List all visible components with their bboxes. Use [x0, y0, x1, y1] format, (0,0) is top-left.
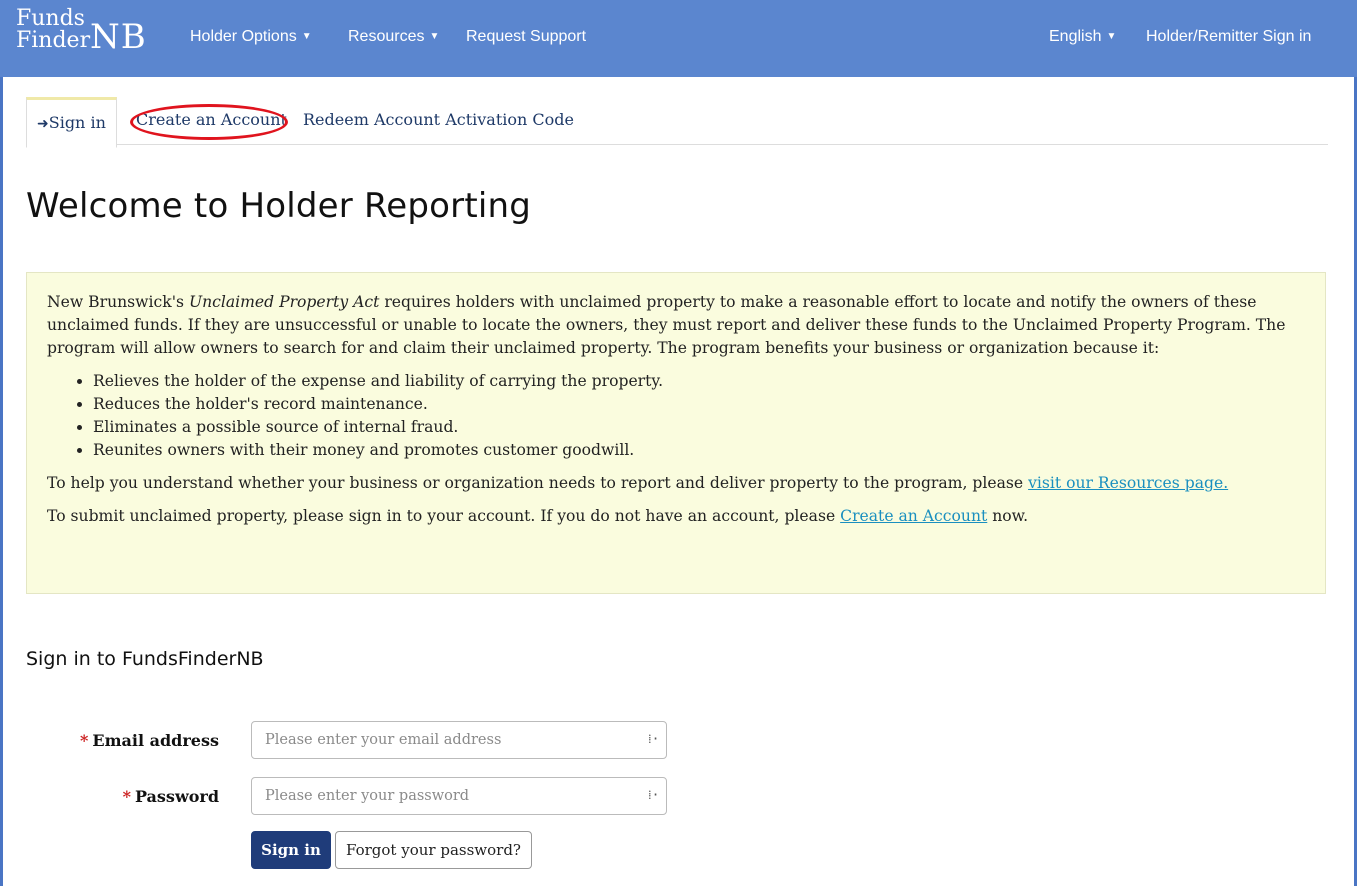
- caret-down-icon: ▼: [1106, 31, 1117, 42]
- list-item: Relieves the holder of the expense and l…: [93, 370, 1305, 393]
- password-manager-icon[interactable]: ⁞·: [648, 732, 660, 748]
- email-label-text: Email address: [92, 731, 219, 750]
- brand-line1: Funds: [16, 6, 85, 31]
- nav-resources[interactable]: Resources ▼: [348, 28, 439, 46]
- nav-sign-in-label: Holder/Remitter Sign in: [1146, 28, 1312, 45]
- required-marker: *: [122, 787, 131, 806]
- nav-resources-label: Resources: [348, 28, 425, 45]
- sign-in-icon: ➜: [37, 116, 49, 132]
- help-paragraph: To help you understand whether your busi…: [47, 472, 1305, 495]
- nav-holder-options-label: Holder Options: [190, 28, 297, 45]
- password-field[interactable]: ⁞·: [251, 777, 667, 815]
- act-name: Unclaimed Property Act: [188, 293, 380, 311]
- email-input[interactable]: [252, 722, 635, 758]
- help-text: To help you understand whether your busi…: [47, 474, 1029, 492]
- forgot-password-button[interactable]: Forgot your password?: [335, 831, 532, 869]
- submit-text: To submit unclaimed property, please sig…: [47, 507, 841, 525]
- nav-language-label: English: [1049, 28, 1102, 45]
- nav-holder-options[interactable]: Holder Options ▼: [190, 28, 312, 46]
- list-item: Reduces the holder's record maintenance.: [93, 393, 1305, 416]
- password-label: * Password: [123, 787, 219, 806]
- sign-in-button[interactable]: Sign in: [251, 831, 331, 869]
- tab-create-account-label: Create an Account: [136, 110, 287, 129]
- caret-down-icon: ▼: [429, 31, 440, 42]
- create-account-link[interactable]: Create an Account: [840, 507, 987, 525]
- resources-link[interactable]: visit our Resources page.: [1028, 474, 1228, 492]
- signin-heading: Sign in to FundsFinderNB: [26, 648, 264, 670]
- tab-bar: ➜Sign in Create an Account Redeem Accoun…: [26, 97, 1328, 148]
- submit-paragraph: To submit unclaimed property, please sig…: [47, 505, 1305, 528]
- tab-redeem-code-label: Redeem Account Activation Code: [303, 110, 574, 129]
- info-panel: New Brunswick's Unclaimed Property Act r…: [26, 272, 1326, 594]
- password-input[interactable]: [252, 778, 635, 814]
- intro-text-1: New Brunswick's: [47, 293, 189, 311]
- intro-paragraph: New Brunswick's Unclaimed Property Act r…: [47, 291, 1305, 360]
- nav-language[interactable]: English ▼: [1049, 28, 1116, 46]
- password-label-text: Password: [134, 787, 219, 806]
- nav-sign-in[interactable]: Holder/Remitter Sign in: [1146, 28, 1311, 46]
- brand-logo[interactable]: Funds Finder NB: [16, 6, 146, 55]
- tab-redeem-code[interactable]: Redeem Account Activation Code: [303, 97, 574, 143]
- brand-line2: Finder: [16, 28, 91, 53]
- list-item: Eliminates a possible source of internal…: [93, 416, 1305, 439]
- email-field[interactable]: ⁞·: [251, 721, 667, 759]
- email-label: * Email address: [80, 731, 219, 750]
- list-item: Reunites owners with their money and pro…: [93, 439, 1305, 462]
- tab-create-account[interactable]: Create an Account: [136, 97, 287, 143]
- submit-end-text: now.: [987, 507, 1029, 525]
- top-navbar: Funds Finder NB Holder Options ▼ Resource…: [0, 0, 1357, 77]
- tab-sign-in-label: Sign in: [48, 113, 106, 132]
- password-manager-icon[interactable]: ⁞·: [648, 788, 660, 804]
- nav-request-support[interactable]: Request Support: [466, 28, 586, 46]
- page-title: Welcome to Holder Reporting: [26, 186, 532, 226]
- brand-suffix: NB: [90, 17, 147, 57]
- caret-down-icon: ▼: [301, 31, 312, 42]
- tab-sign-in[interactable]: ➜Sign in: [26, 97, 117, 148]
- nav-request-support-label: Request Support: [466, 28, 587, 45]
- required-marker: *: [80, 731, 89, 750]
- benefits-list: Relieves the holder of the expense and l…: [47, 370, 1305, 462]
